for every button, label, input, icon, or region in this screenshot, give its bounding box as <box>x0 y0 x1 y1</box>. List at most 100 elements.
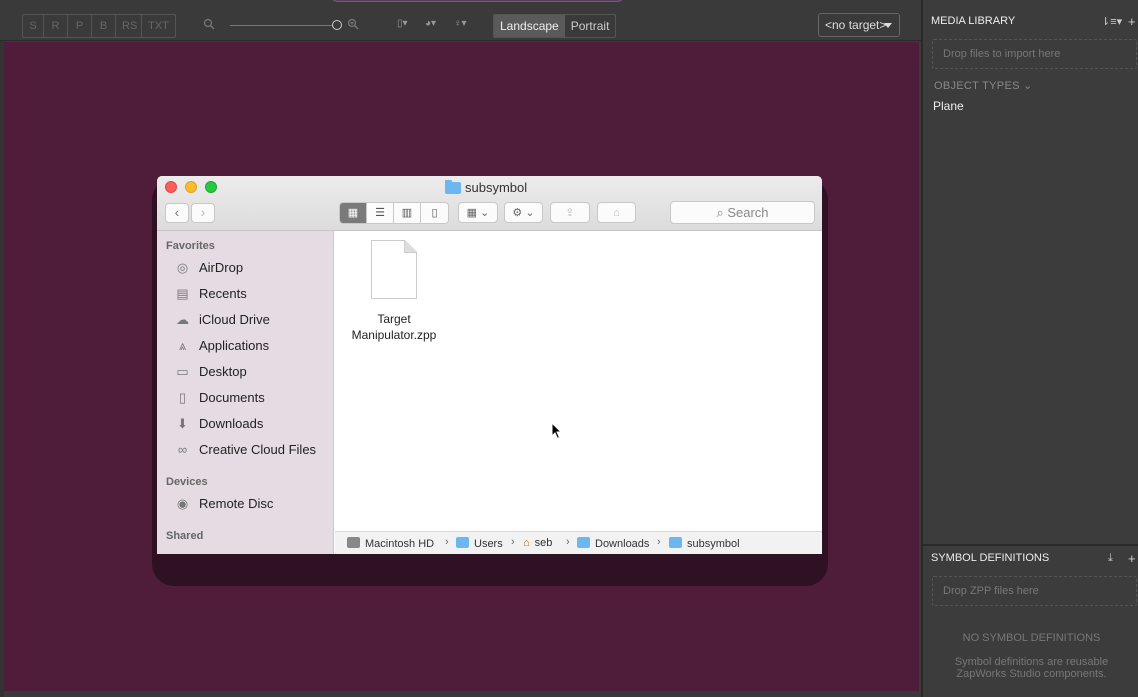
transform-mode-group: S R P B RS TXT <box>22 14 176 38</box>
share-button[interactable]: ⇪ <box>550 202 590 223</box>
target-dropdown[interactable]: <no target> <box>818 13 900 37</box>
zoom-in-icon[interactable] <box>347 18 359 30</box>
gallery-view-button[interactable]: ▯ <box>421 203 448 223</box>
path-item-seb[interactable]: ⌂ seb <box>523 537 552 549</box>
mode-rs-button[interactable]: RS <box>116 15 142 37</box>
icon-view-button[interactable]: ▦ <box>340 203 367 223</box>
column-view-button[interactable]: ▥ <box>394 203 421 223</box>
hard-drive-icon <box>347 537 360 548</box>
top-toolbar: S R P B RS TXT ▯▾ ◕▾ ♀▾ Landscape Portra… <box>0 0 921 41</box>
computer-icon: ▭ <box>174 549 191 554</box>
folder-icon <box>456 537 469 548</box>
tags-button[interactable]: ⌂ <box>597 202 636 223</box>
applications-icon: ⩓ <box>178 338 187 353</box>
symbol-definitions-title: SYMBOL DEFINITIONS <box>931 552 1050 564</box>
path-separator: › <box>511 536 515 548</box>
orientation-toggle: Landscape Portrait <box>493 14 617 38</box>
media-drop-zone[interactable]: Drop files to import here <box>932 39 1137 69</box>
list-view-button[interactable]: ☰ <box>367 203 394 223</box>
home-icon: ⌂ <box>523 537 530 549</box>
path-label: Macintosh HD <box>365 538 435 550</box>
light-dropdown-icon[interactable]: ♀▾ <box>454 18 467 29</box>
panel-divider <box>923 544 1138 546</box>
mode-txt-button[interactable]: TXT <box>142 15 175 37</box>
minimize-button[interactable] <box>185 181 197 193</box>
mode-r-button[interactable]: R <box>44 15 68 37</box>
sidebar-item-label: Desktop <box>199 364 247 379</box>
back-button[interactable]: ‹ <box>165 203 189 223</box>
sidebar-item-label: Applications <box>199 338 270 353</box>
finder-titlebar[interactable]: subsymbol ‹ › ▦ ☰ ▥ ▯ ▦ ⌄ ⚙ ⌄ ⇪ ⌂ ⌕ Sear… <box>157 176 822 231</box>
zoom-slider-handle[interactable] <box>332 20 342 30</box>
mode-s-button[interactable]: S <box>23 15 44 37</box>
path-item-downloads[interactable]: Downloads <box>577 537 649 550</box>
search-placeholder: Search <box>727 205 769 220</box>
window-title: subsymbol <box>445 180 527 195</box>
import-icon[interactable]: ⤓ <box>1108 552 1113 565</box>
zoom-slider[interactable] <box>230 25 337 26</box>
path-bar: Macintosh HD › Users › ⌂ seb › Downloads … <box>335 531 822 554</box>
recents-icon: ▤ <box>176 286 189 301</box>
group-by-button[interactable]: ▦ ⌄ <box>458 202 498 223</box>
right-panel: MEDIA LIBRARY ⇂≡▾ + Drop files to import… <box>921 0 1138 697</box>
sidebar-item-label: Remote Disc <box>199 496 274 511</box>
target-label: <no target> <box>825 18 887 32</box>
chevron-left-icon: ‹ <box>174 204 180 220</box>
sort-icon[interactable]: ⇂≡▾ <box>1101 15 1122 28</box>
add-icon[interactable]: + <box>1128 551 1136 566</box>
share-icon: ⇪ <box>565 207 575 219</box>
object-types-header[interactable]: OBJECT TYPES ⌄ <box>934 79 1033 92</box>
downloads-icon: ⬇ <box>177 416 188 431</box>
media-library-title: MEDIA LIBRARY <box>931 15 1016 27</box>
cloud-icon: ☁ <box>176 312 189 327</box>
search-icon: ⌕ <box>716 205 724 220</box>
path-separator: › <box>566 536 570 548</box>
path-item-macintosh-hd[interactable]: Macintosh HD <box>347 537 434 550</box>
disc-icon: ◉ <box>176 496 189 511</box>
file-name: Target Manipulator.zpp <box>335 311 453 343</box>
tag-icon: ⌂ <box>613 207 620 219</box>
sidebar-item-label: Documents <box>199 390 265 405</box>
grid-icon: ▦ ⌄ <box>466 207 490 219</box>
forward-button[interactable]: › <box>191 203 215 223</box>
path-label: Users <box>474 538 503 550</box>
chevron-down-icon <box>884 23 892 28</box>
folder-icon <box>669 537 682 548</box>
file-browser[interactable]: Target Manipulator.zpp <box>335 231 822 531</box>
favorites-header: Favorites <box>166 240 215 252</box>
search-field[interactable]: ⌕ Search <box>670 201 815 224</box>
landscape-button[interactable]: Landscape <box>494 15 565 37</box>
mode-p-button[interactable]: P <box>68 15 92 37</box>
path-separator: › <box>445 536 449 548</box>
sidebar-item-label: Downloads <box>199 416 264 431</box>
finder-sidebar: Favorites ◎ AirDrop ▤ Recents ☁ iCloud Driv… <box>157 231 334 554</box>
action-button[interactable]: ⚙ ⌄ <box>504 202 543 223</box>
mouse-cursor-icon <box>551 422 563 440</box>
devices-header: Devices <box>166 476 208 488</box>
object-type-plane[interactable]: Plane <box>933 99 964 113</box>
file-name-line: Target <box>377 312 411 326</box>
symbol-drop-zone[interactable]: Drop ZPP files here <box>932 576 1137 606</box>
zoom-out-icon[interactable] <box>203 18 215 30</box>
path-item-subsymbol[interactable]: subsymbol <box>669 537 740 550</box>
zoom-button[interactable] <box>205 181 217 193</box>
file-name-line: Manipulator.zpp <box>351 328 437 342</box>
document-icon <box>371 240 417 299</box>
shared-header: Shared <box>166 530 204 542</box>
portrait-button[interactable]: Portrait <box>565 15 616 37</box>
path-label: seb <box>534 537 553 549</box>
device-dropdown-icon[interactable]: ▯▾ <box>397 18 408 29</box>
view-dropdown-icon[interactable]: ◕▾ <box>425 18 436 29</box>
view-mode-group: ▦ ☰ ▥ ▯ <box>339 202 449 224</box>
sidebar-item-label: AirDrop <box>199 260 244 275</box>
folder-icon <box>577 537 590 548</box>
folder-icon <box>445 180 461 194</box>
object-types-label: OBJECT TYPES <box>934 80 1020 92</box>
creative-cloud-icon: ∞ <box>177 442 188 457</box>
close-button[interactable] <box>165 181 177 193</box>
no-symbols-desc-1: Symbol definitions are reusable <box>954 656 1109 668</box>
path-item-users[interactable]: Users <box>456 537 503 550</box>
path-label: Downloads <box>595 538 650 550</box>
mode-b-button[interactable]: B <box>92 15 116 37</box>
add-icon[interactable]: + <box>1128 14 1136 29</box>
